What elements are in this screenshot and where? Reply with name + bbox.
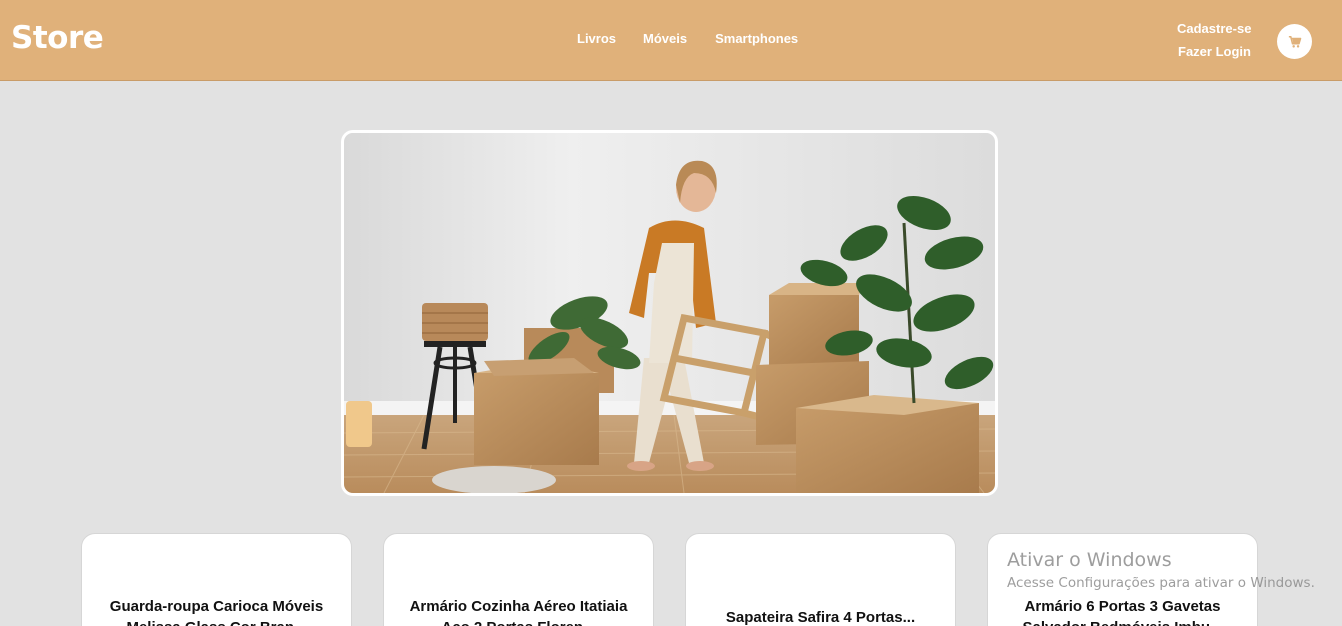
product-card[interactable]: Sapateira Safira 4 Portas...	[685, 533, 956, 626]
cart-button[interactable]	[1277, 24, 1312, 59]
product-title[interactable]: Armário 6 Portas 3 Gavetas Salvador Bedm…	[998, 596, 1247, 626]
product-card[interactable]: Armário 6 Portas 3 Gavetas Salvador Bedm…	[987, 533, 1258, 626]
store-logo[interactable]: Store	[11, 20, 104, 56]
main-nav: Livros Móveis Smartphones	[577, 31, 798, 46]
hero-photo	[344, 133, 995, 493]
login-link[interactable]: Fazer Login	[1178, 42, 1257, 62]
product-title[interactable]: Guarda-roupa Carioca Móveis Melissa Glas…	[92, 596, 341, 626]
nav-link-smartphones[interactable]: Smartphones	[715, 31, 798, 46]
site-header: Store Livros Móveis Smartphones Cadastre…	[0, 0, 1342, 81]
product-title[interactable]: Armário Cozinha Aéreo Itatiaia Aço 2 Por…	[394, 596, 643, 626]
product-card[interactable]: Armário Cozinha Aéreo Itatiaia Aço 2 Por…	[383, 533, 654, 626]
nav-link-livros[interactable]: Livros	[577, 31, 616, 46]
hero-banner	[341, 130, 998, 496]
auth-links: Cadastre-se Fazer Login	[1177, 19, 1257, 65]
signup-link[interactable]: Cadastre-se	[1177, 19, 1257, 39]
cart-icon	[1288, 35, 1301, 48]
product-card[interactable]: Guarda-roupa Carioca Móveis Melissa Glas…	[81, 533, 352, 626]
product-title[interactable]: Sapateira Safira 4 Portas...	[696, 607, 945, 626]
nav-link-moveis[interactable]: Móveis	[643, 31, 687, 46]
